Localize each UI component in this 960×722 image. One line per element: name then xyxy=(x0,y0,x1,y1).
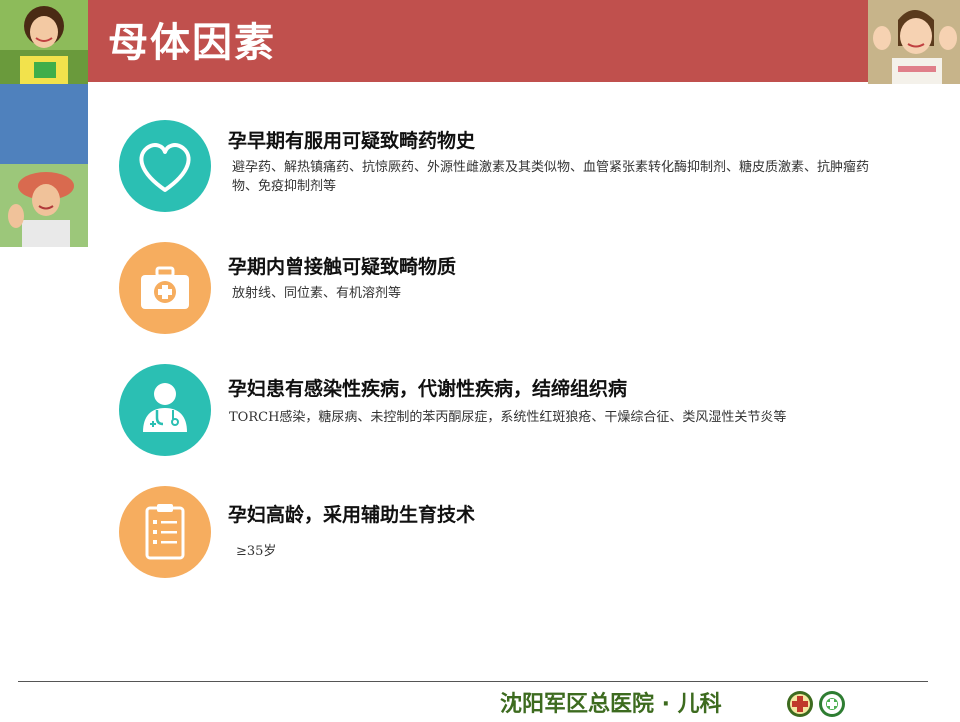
item-description: 避孕药、解热镇痛药、抗惊厥药、外源性雌激素及其类似物、血管紧张素转化酶抑制剂、糖… xyxy=(232,160,870,194)
clipboard-icon xyxy=(119,486,211,578)
heart-icon xyxy=(119,120,211,212)
list-item: 孕妇患有感染性疾病，代谢性疾病，结缔组织病 TORCH感染，糖尿病、未控制的苯丙… xyxy=(0,364,960,464)
list-item: 孕期内曾接触可疑致畸物质 放射线、同位素、有机溶剂等 xyxy=(0,242,960,342)
item-description: ≥35岁 xyxy=(236,544,277,559)
item-title: 孕妇患有感染性疾病，代谢性疾病，结缔组织病 xyxy=(228,378,628,400)
item-description: TORCH感染，糖尿病、未控制的苯丙酮尿症，系统性红斑狼疮、干燥综合征、类风湿性… xyxy=(229,410,787,425)
page-title: 母体因素 xyxy=(108,20,276,66)
footer-divider xyxy=(18,681,928,682)
child-photo-top-left xyxy=(0,0,88,84)
hospital-name: 沈阳军区总医院 · 儿科 xyxy=(500,692,722,717)
medical-kit-icon xyxy=(119,242,211,334)
pediatrics-emblem-icon xyxy=(818,690,846,718)
item-description: 放射线、同位素、有机溶剂等 xyxy=(232,286,402,301)
doctor-icon xyxy=(119,364,211,456)
item-title: 孕期内曾接触可疑致畸物质 xyxy=(228,256,457,278)
title-bar: 母体因素 xyxy=(88,0,868,82)
child-photo-top-right xyxy=(868,0,960,84)
hospital-emblem-icon xyxy=(786,690,814,718)
list-item: 孕妇高龄，采用辅助生育技术 ≥35岁 xyxy=(0,486,960,586)
item-title: 孕早期有服用可疑致畸药物史 xyxy=(228,130,476,152)
item-title: 孕妇高龄，采用辅助生育技术 xyxy=(228,504,476,526)
list-item: 孕早期有服用可疑致畸药物史 避孕药、解热镇痛药、抗惊厥药、外源性雌激素及其类似物… xyxy=(0,120,960,220)
